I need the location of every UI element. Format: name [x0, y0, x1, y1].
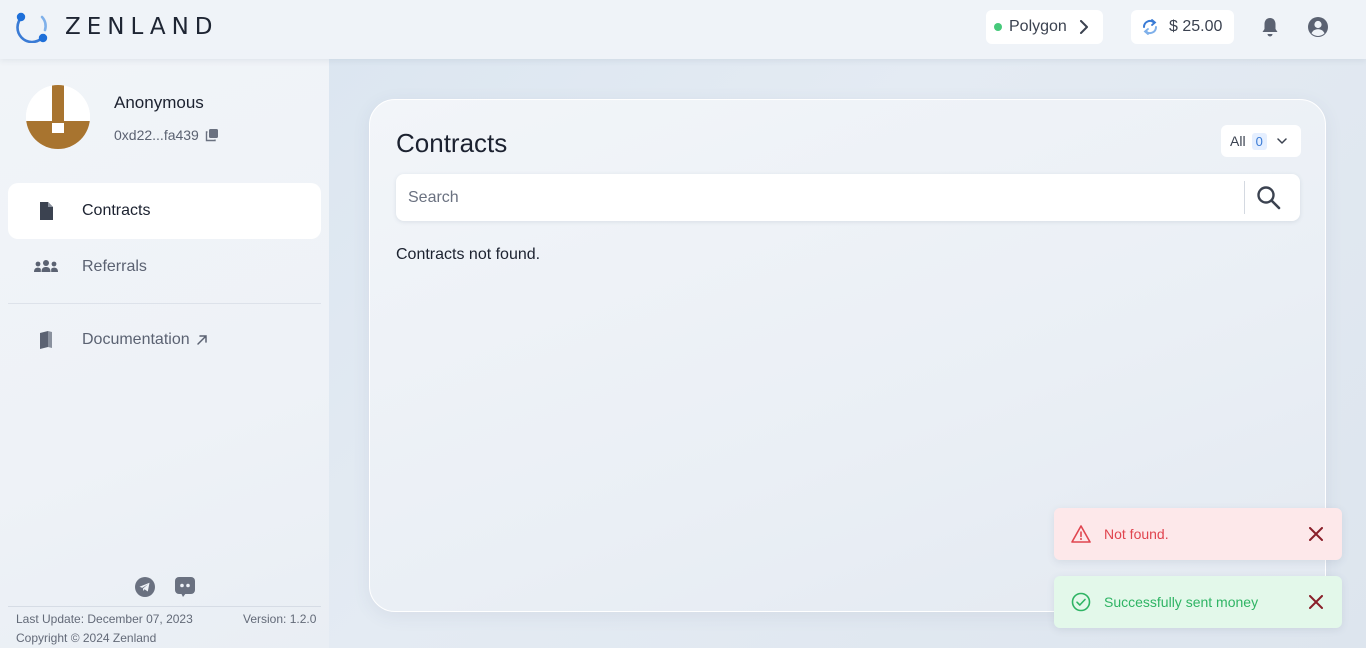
search-separator [1244, 181, 1245, 214]
top-header: ZENLAND Polygon $ 25.00 [0, 0, 1366, 59]
sidebar-item-documentation[interactable]: Documentation [8, 312, 321, 368]
empty-state-message: Contracts not found. [396, 246, 541, 263]
wallet-address-text: 0xd22...fa439 [114, 127, 199, 143]
page-title: Contracts [396, 128, 508, 158]
discord-icon[interactable] [175, 577, 195, 597]
zenland-logo-icon [16, 12, 48, 43]
sidebar-item-referrals[interactable]: Referrals [8, 239, 321, 295]
search-bar [396, 174, 1300, 221]
version-text: Version: 1.2.0 [243, 612, 317, 626]
sidebar-item-contracts[interactable]: Contracts [8, 183, 321, 239]
network-selector-button[interactable]: Polygon [986, 10, 1103, 44]
copyright-text: Copyright © 2024 Zenland [16, 631, 157, 645]
close-icon[interactable] [1309, 595, 1323, 609]
balance-button[interactable]: $ 25.00 [1131, 10, 1234, 44]
filter-label: All [1230, 133, 1246, 149]
filter-dropdown[interactable]: All 0 [1221, 125, 1301, 157]
bell-icon[interactable] [1259, 16, 1281, 38]
chevron-right-icon [1079, 20, 1088, 34]
network-status-dot [994, 23, 1002, 31]
last-update-text: Last Update: December 07, 2023 [16, 612, 193, 626]
search-input[interactable] [396, 174, 1244, 221]
logo[interactable]: ZENLAND [15, 11, 219, 43]
toast-message: Successfully sent money [1104, 594, 1259, 610]
sidebar-item-label: Documentation [82, 331, 190, 348]
refresh-icon [1142, 19, 1158, 35]
wallet-address: 0xd22...fa439 [114, 127, 219, 143]
avatar-identicon [26, 85, 90, 149]
sidebar-divider [8, 303, 321, 304]
book-icon [40, 331, 52, 349]
logo-text: ZENLAND [65, 14, 219, 40]
toast-message: Not found. [1104, 526, 1169, 542]
username: Anonymous [114, 93, 204, 112]
sidebar: Anonymous 0xd22...fa439 Contracts Referr… [0, 59, 329, 648]
balance-label: $ 25.00 [1169, 18, 1223, 35]
user-account-icon[interactable] [1307, 16, 1329, 38]
search-icon[interactable] [1256, 185, 1281, 210]
copy-icon[interactable] [205, 128, 219, 142]
network-label: Polygon [1009, 18, 1067, 35]
close-icon[interactable] [1309, 527, 1323, 541]
footer-divider [8, 606, 321, 607]
sidebar-item-label-wrap: Documentation [82, 331, 208, 349]
sidebar-item-label: Contracts [82, 202, 151, 219]
telegram-icon[interactable] [135, 577, 155, 597]
external-link-icon [196, 335, 207, 345]
sidebar-item-label: Referrals [82, 258, 147, 275]
filter-count-badge: 0 [1251, 132, 1267, 150]
document-icon [40, 202, 53, 220]
chevron-down-icon [1277, 138, 1287, 144]
toast-success: Successfully sent money [1054, 576, 1342, 628]
avatar[interactable] [26, 85, 90, 149]
toast-error: Not found. [1054, 508, 1342, 560]
warning-icon [1071, 525, 1091, 543]
check-circle-icon [1071, 592, 1091, 612]
users-icon [34, 260, 58, 272]
